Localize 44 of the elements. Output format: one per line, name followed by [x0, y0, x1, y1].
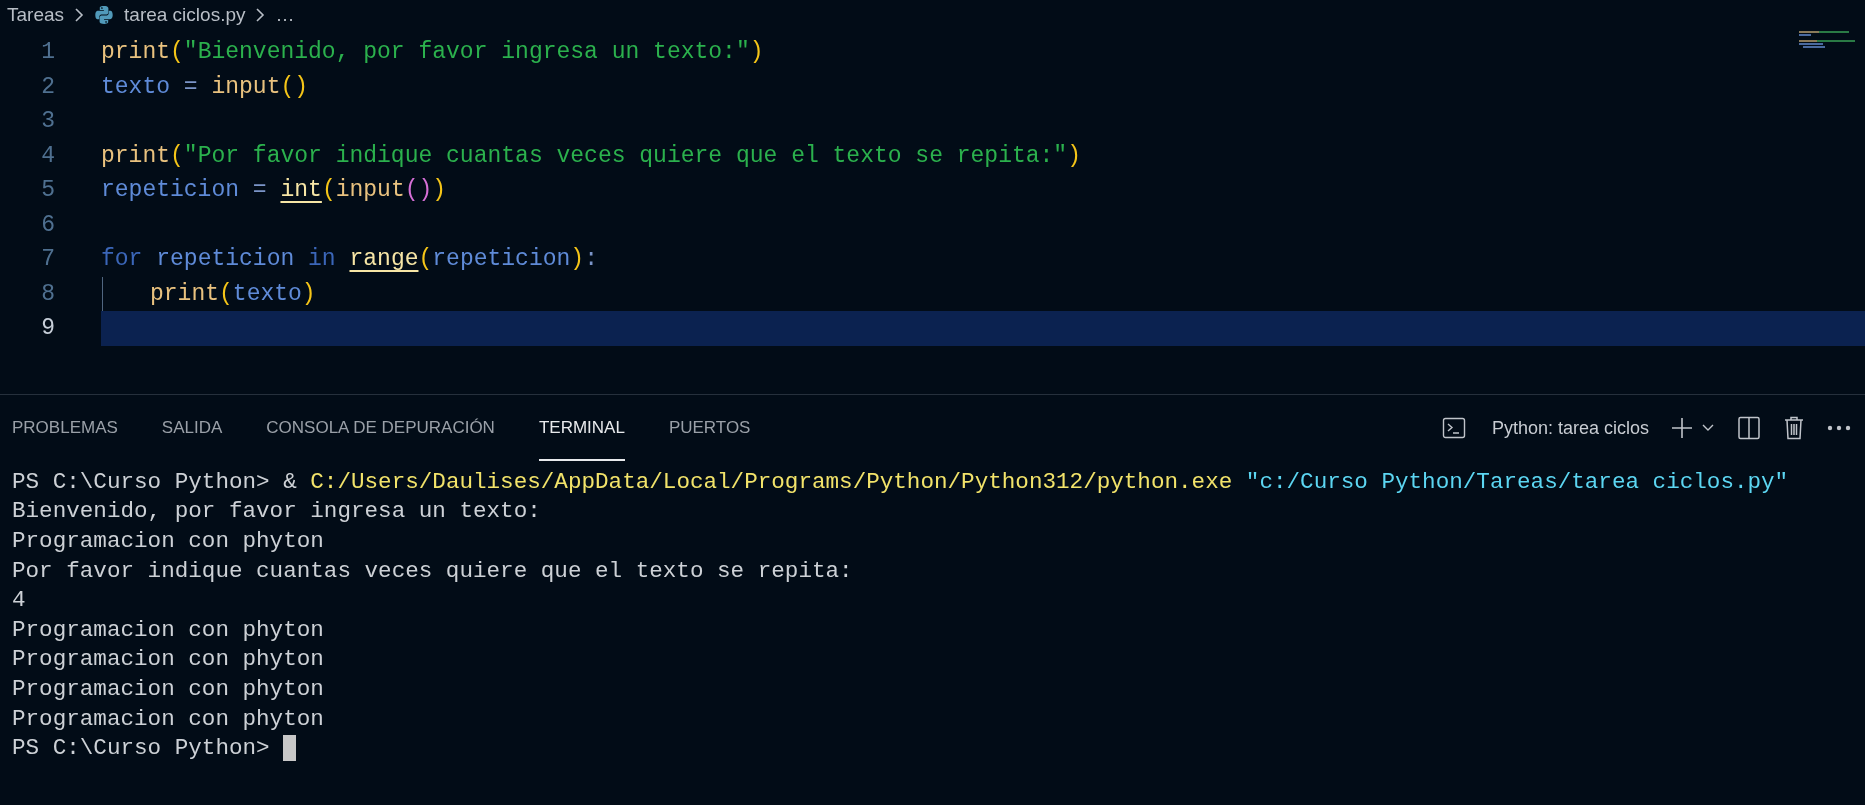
terminal-line: 4 [12, 587, 26, 614]
line-number: 2 [40, 73, 55, 100]
plus-icon[interactable] [1671, 417, 1693, 439]
python-file-icon [94, 5, 115, 25]
more-icon[interactable] [1827, 425, 1851, 431]
panel-tab[interactable]: TERMINAL [538, 395, 625, 461]
code-line: texto = input() [101, 73, 309, 100]
chevron-down-icon[interactable] [1701, 423, 1715, 433]
minimap-drawing [1799, 30, 1857, 48]
terminal-icon [1441, 416, 1466, 440]
line-number: 7 [40, 246, 55, 273]
line-number: 3 [40, 108, 55, 135]
line-number: 5 [40, 177, 55, 204]
panel-tab[interactable]: PROBLEMAS [12, 395, 118, 461]
terminal-line: Programacion con phyton [12, 675, 324, 702]
panel-tab[interactable]: SALIDA [161, 395, 223, 461]
terminal-line: PS C:\Curso Python> & C:/Users/Daulises/AppData/Local/Programs/Python/Python312/python.exe "c:/Curso Python/Tareas/tarea ciclos.py" [12, 468, 1789, 495]
line-number: 9 [40, 315, 55, 342]
code-line: for repeticion in range(repeticion): [101, 246, 598, 273]
breadcrumb-item[interactable]: … [275, 4, 295, 26]
terminal-line: Programacion con phyton [12, 528, 324, 554]
terminal-line: Programacion con phyton [12, 616, 324, 643]
chevron-right-icon [255, 7, 266, 23]
terminal-line: Programacion con phyton [12, 705, 324, 732]
split-icon[interactable] [1737, 416, 1761, 440]
terminal-line: Por favor indique cuantas veces quiere que el texto se repita: [12, 557, 853, 584]
breadcrumb-item[interactable]: Tareas [7, 4, 65, 26]
line-number: 1 [40, 39, 55, 66]
terminal-line: Programacion con phyton [12, 646, 324, 673]
code-line: print("Bienvenido, por favor ingresa un texto:") [101, 39, 764, 66]
code-line: print(texto) [150, 280, 316, 307]
terminal-line: Bienvenido, por favor ingresa un texto: [12, 498, 541, 525]
terminal-line: PS C:\Curso Python> [12, 735, 271, 762]
line-number: 4 [40, 142, 55, 169]
code-line: repeticion = int(input()) [101, 177, 447, 204]
chevron-right-icon [74, 7, 85, 23]
breadcrumb-item[interactable]: tarea ciclos.py [124, 4, 246, 26]
line-number: 6 [40, 211, 55, 238]
trash-icon[interactable] [1783, 416, 1805, 440]
line-number: 8 [40, 280, 55, 307]
panel-tab[interactable]: PUERTOS [668, 395, 751, 461]
panel-tab[interactable]: CONSOLA DE DEPURACIÓN [266, 395, 495, 461]
code-line: print("Por favor indique cuantas veces quiere que el texto se repita:") [101, 142, 1081, 169]
terminal-name[interactable]: Python: tarea ciclos [1491, 417, 1649, 439]
